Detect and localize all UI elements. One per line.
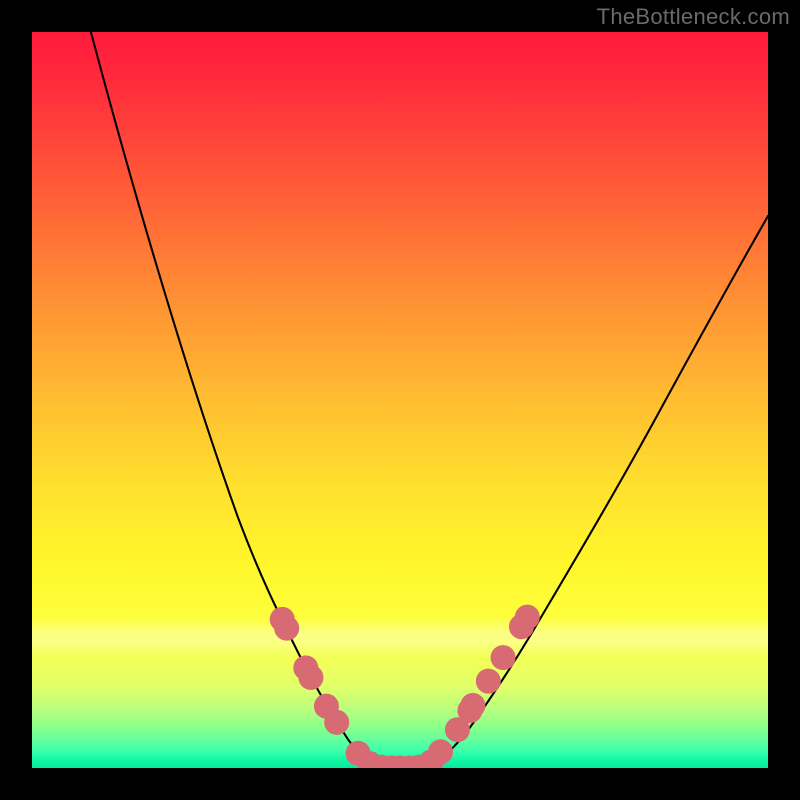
curve-left-segment xyxy=(91,32,378,767)
marker-dot xyxy=(491,645,516,670)
chart-frame: TheBottleneck.com xyxy=(0,0,800,800)
marker-dot xyxy=(324,710,349,735)
marker-dots xyxy=(270,605,540,768)
curve-layer xyxy=(32,32,768,768)
bottleneck-curve xyxy=(91,32,768,767)
marker-dot xyxy=(515,605,540,630)
marker-dot xyxy=(298,665,323,690)
marker-dot xyxy=(274,616,299,641)
curve-right-segment xyxy=(422,216,768,767)
plot-area xyxy=(32,32,768,768)
marker-dot xyxy=(476,669,501,694)
watermark-text: TheBottleneck.com xyxy=(597,4,790,30)
marker-dot xyxy=(460,693,485,718)
marker-dot xyxy=(428,739,453,764)
